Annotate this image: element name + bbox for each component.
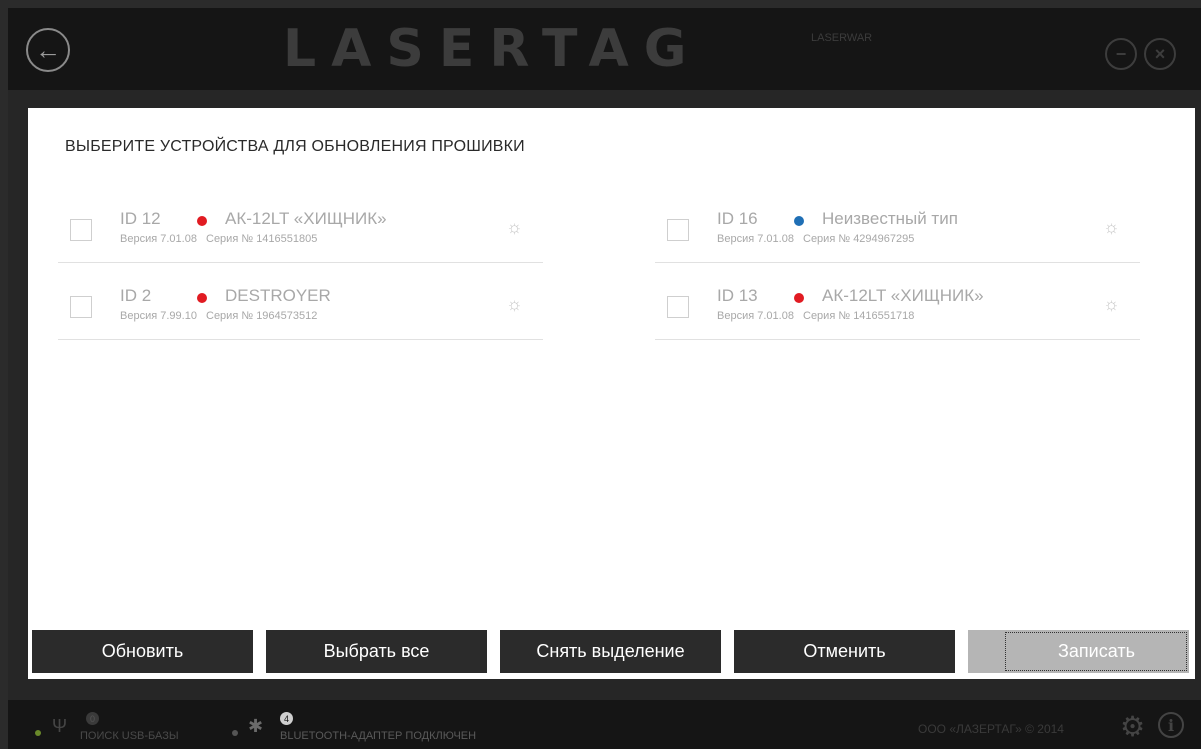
device-row[interactable]: ID 16 Неизвестный тип Версия 7.01.08 Сер… — [655, 204, 1140, 263]
status-dot — [794, 216, 804, 226]
device-checkbox[interactable] — [667, 296, 689, 318]
device-version: Версия 7.01.08 — [717, 233, 794, 245]
copyright: ООО «ЛАЗЕРТАГ» © 2014 — [918, 722, 1064, 736]
device-checkbox[interactable] — [70, 296, 92, 318]
usb-status-text: ПОИСК USB-БАЗЫ — [80, 730, 179, 742]
device-checkbox[interactable] — [667, 219, 689, 241]
device-serial: Серия № 1416551805 — [206, 233, 318, 245]
device-row[interactable]: ID 13 АК-12LT «ХИЩНИК» Версия 7.01.08 Се… — [655, 281, 1140, 340]
bt-count-badge: 4 — [280, 712, 293, 725]
write-button-label: Записать — [1058, 641, 1135, 661]
usb-icon: Ψ — [52, 716, 68, 736]
back-button[interactable]: ← — [26, 28, 70, 72]
device-serial: Серия № 4294967295 — [803, 233, 915, 245]
device-id: ID 13 — [717, 286, 758, 305]
device-serial: Серия № 1416551718 — [803, 310, 915, 322]
device-checkbox[interactable] — [70, 219, 92, 241]
app-header: ← LASERTAG LASERWAR − × — [8, 8, 1201, 90]
refresh-button[interactable]: Обновить — [32, 630, 253, 673]
bt-status-dot — [232, 730, 238, 736]
device-name: АК-12LT «ХИЩНИК» — [822, 286, 984, 305]
close-button[interactable]: × — [1144, 38, 1176, 70]
sun-icon[interactable]: ☼ — [506, 295, 523, 313]
status-dot — [197, 293, 207, 303]
usb-count-badge: 0 — [86, 712, 99, 725]
status-dot — [794, 293, 804, 303]
sun-icon[interactable]: ☼ — [1103, 295, 1120, 313]
sun-icon[interactable]: ☼ — [506, 218, 523, 236]
info-icon[interactable]: i — [1158, 712, 1184, 738]
arrow-left-icon: ← — [35, 35, 61, 65]
write-button[interactable]: Записать — [968, 630, 1189, 673]
minimize-button[interactable]: − — [1105, 38, 1137, 70]
select-all-button[interactable]: Выбрать все — [266, 630, 487, 673]
device-row[interactable]: ID 2 DESTROYER Версия 7.99.10 Серия № 19… — [58, 281, 543, 340]
x-icon: × — [1154, 43, 1166, 64]
status-bar: Ψ 0 ПОИСК USB-БАЗЫ ✱ 4 BLUETOOTH-АДАПТЕР… — [8, 700, 1201, 749]
device-name: АК-12LT «ХИЩНИК» — [225, 209, 387, 228]
usb-status-dot — [35, 730, 41, 736]
device-meta: Версия 7.01.08 Серия № 1416551805 — [120, 233, 317, 245]
brand-label: LASERWAR — [811, 32, 873, 44]
device-meta: Версия 7.99.10 Серия № 1964573512 — [120, 310, 317, 322]
dialog-title: ВЫБЕРИТЕ УСТРОЙСТВА ДЛЯ ОБНОВЛЕНИЯ ПРОШИ… — [65, 138, 525, 155]
device-row[interactable]: ID 12 АК-12LT «ХИЩНИК» Версия 7.01.08 Се… — [58, 204, 543, 263]
device-name: Неизвестный тип — [822, 209, 958, 228]
device-id: ID 12 — [120, 209, 161, 228]
deselect-button[interactable]: Снять выделение — [500, 630, 721, 673]
device-id: ID 2 — [120, 286, 152, 305]
status-dot — [197, 216, 207, 226]
sun-icon[interactable]: ☼ — [1103, 218, 1120, 236]
device-serial: Серия № 1964573512 — [206, 310, 318, 322]
cancel-button[interactable]: Отменить — [734, 630, 955, 673]
device-meta: Версия 7.01.08 Серия № 1416551718 — [717, 310, 914, 322]
device-meta: Версия 7.01.08 Серия № 4294967295 — [717, 233, 914, 245]
device-name: DESTROYER — [225, 286, 331, 305]
device-version: Версия 7.01.08 — [120, 233, 197, 245]
minus-icon: − — [1115, 43, 1127, 64]
device-version: Версия 7.01.08 — [717, 310, 794, 322]
firmware-dialog: ВЫБЕРИТЕ УСТРОЙСТВА ДЛЯ ОБНОВЛЕНИЯ ПРОШИ… — [28, 108, 1195, 679]
app-logo: LASERTAG — [283, 19, 702, 79]
gear-icon[interactable]: ⚙ — [1120, 710, 1145, 743]
bluetooth-icon: ✱ — [248, 716, 264, 736]
device-id: ID 16 — [717, 209, 758, 228]
bt-status-text: BLUETOOTH-АДАПТЕР ПОДКЛЮЧЕН — [280, 730, 477, 742]
device-version: Версия 7.99.10 — [120, 310, 197, 322]
